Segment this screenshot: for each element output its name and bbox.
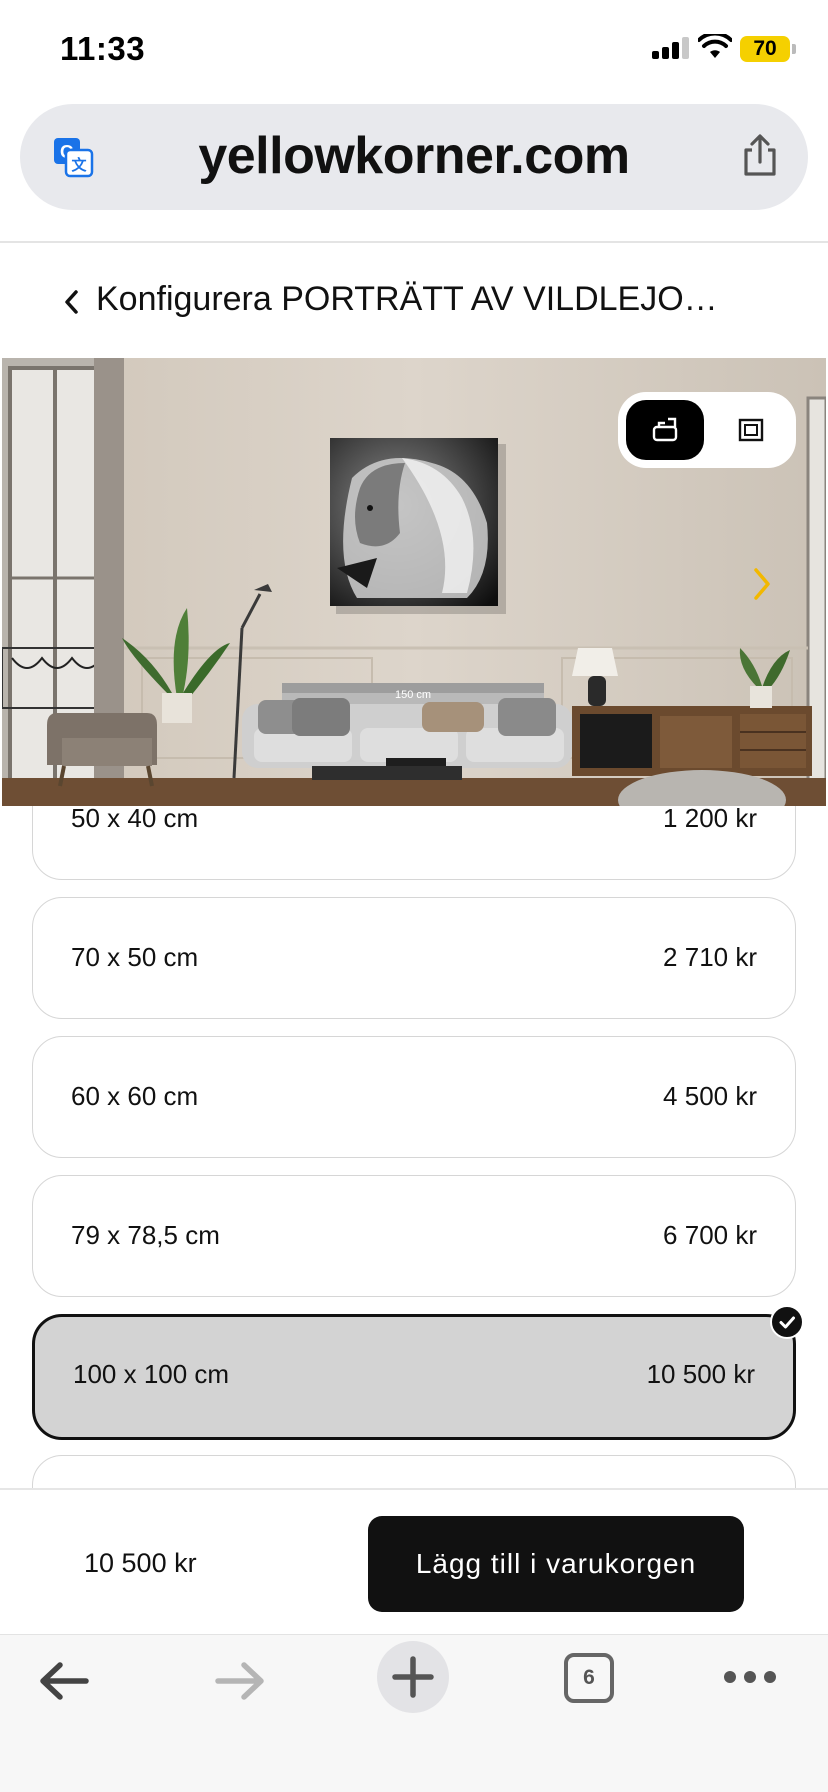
sofa-width-label: 150 cm <box>395 689 431 701</box>
size-option-60x60[interactable]: 60 x 60 cm 4 500 kr <box>32 1036 796 1158</box>
battery-indicator: 70 <box>740 36 790 62</box>
browser-toolbar: 6 <box>0 1634 828 1792</box>
cellular-signal-icon <box>652 37 690 59</box>
check-icon <box>770 1305 804 1339</box>
new-tab-button[interactable] <box>377 1641 449 1713</box>
status-time: 11:33 <box>60 30 146 67</box>
share-icon[interactable] <box>740 134 780 178</box>
forward-arrow-icon[interactable] <box>212 1659 268 1703</box>
view-framed-button[interactable] <box>712 400 788 460</box>
size-option-79x78-5[interactable]: 79 x 78,5 cm 6 700 kr <box>32 1175 796 1297</box>
address-bar[interactable]: G 文 yellowkorner.com <box>20 104 808 210</box>
size-price: 2 710 kr <box>663 942 757 972</box>
header-divider <box>0 241 828 243</box>
size-label: 60 x 60 cm <box>71 1081 199 1111</box>
view-in-room-button[interactable] <box>626 400 704 460</box>
size-option-100x100[interactable]: 100 x 100 cm 10 500 kr <box>32 1314 796 1440</box>
more-menu-icon[interactable] <box>722 1669 778 1685</box>
tab-switcher-button[interactable]: 6 <box>564 1653 614 1703</box>
size-option-70x50[interactable]: 70 x 50 cm 2 710 kr <box>32 897 796 1019</box>
url-text[interactable]: yellowkorner.com <box>20 126 808 186</box>
chevron-left-icon[interactable] <box>60 287 82 317</box>
status-bar: 11:33 70 <box>0 0 828 100</box>
battery-nub <box>792 44 796 54</box>
back-arrow-icon[interactable] <box>36 1659 92 1703</box>
chevron-right-icon[interactable] <box>750 564 774 604</box>
size-price: 1 200 kr <box>663 803 757 833</box>
size-price: 6 700 kr <box>663 1220 757 1250</box>
framed-view-icon <box>738 418 764 442</box>
page-title: Konfigurera PORTRÄTT AV VILDLEJO… <box>96 280 718 318</box>
size-label: 70 x 50 cm <box>71 942 199 972</box>
size-price: 4 500 kr <box>663 1081 757 1111</box>
total-price: 10 500 kr <box>84 1548 197 1578</box>
size-label: 79 x 78,5 cm <box>71 1220 220 1250</box>
plus-icon <box>392 1656 434 1698</box>
view-mode-toggle[interactable] <box>618 392 796 468</box>
wifi-icon <box>698 34 732 58</box>
purchase-bar: 10 500 kr Lägg till i varukorgen <box>0 1488 828 1632</box>
size-label: 50 x 40 cm <box>71 803 199 833</box>
add-to-cart-button[interactable]: Lägg till i varukorgen <box>368 1516 744 1612</box>
size-label: 100 x 100 cm <box>73 1359 230 1389</box>
size-price: 10 500 kr <box>646 1359 755 1389</box>
room-view-icon <box>652 417 678 442</box>
